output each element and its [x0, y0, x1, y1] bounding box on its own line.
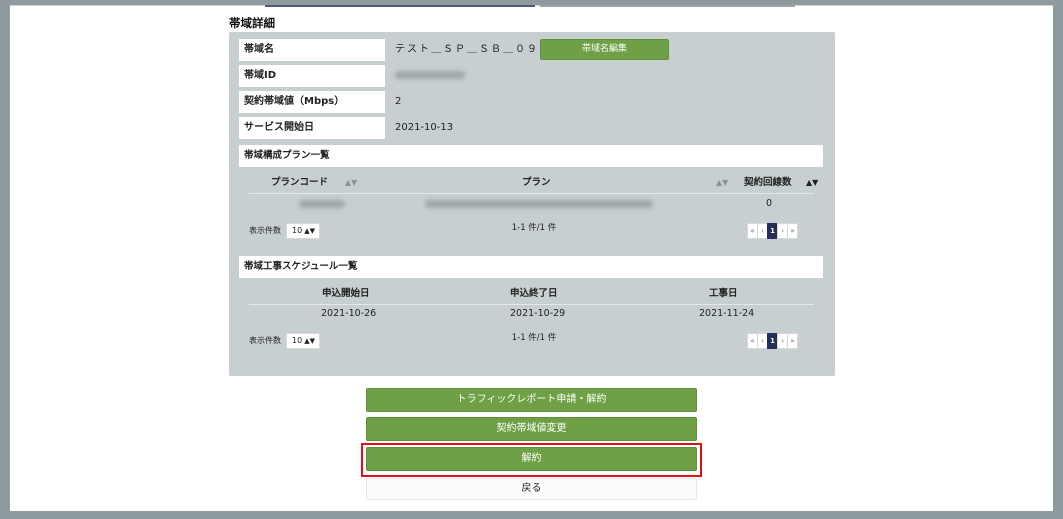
col-apply-end: 申込終了日: [510, 288, 558, 299]
col-line-count[interactable]: 契約回線数: [744, 173, 792, 193]
col-apply-start: 申込開始日: [322, 288, 370, 299]
page-size-select[interactable]: 10 ▲▼: [286, 223, 320, 239]
cancel-contract-button[interactable]: 解約: [366, 447, 697, 471]
redacted-plan-name: [425, 194, 653, 214]
sort-icon[interactable]: ▲▼: [716, 173, 728, 193]
apply-start-value: 2021-10-26: [321, 308, 377, 319]
chevron-updown-icon: ▲▼: [304, 337, 315, 345]
bandwidth-name-label: 帯域名: [239, 39, 385, 61]
redacted-id: [395, 71, 465, 79]
line-count-value: 0: [766, 198, 773, 209]
page-size-label: 表示件数: [249, 226, 281, 235]
pagination: « ‹ 1 › »: [747, 223, 798, 239]
record-count: 1-1 件/1 件: [511, 223, 557, 233]
last-page-button[interactable]: »: [787, 223, 798, 239]
plan-list-header: 帯域構成プラン一覧: [239, 145, 823, 167]
section-title: 帯域詳細: [229, 16, 275, 30]
page-size-label: 表示件数: [249, 336, 281, 345]
bandwidth-id-label: 帯域ID: [239, 65, 385, 87]
bandwidth-id-value: [395, 65, 465, 87]
detail-panel: 帯域名 テスト＿ＳＰ＿ＳＢ＿０９２０ 帯域名編集 帯域ID 契約帯域値（Mbps…: [229, 32, 835, 376]
chevron-updown-icon: ▲▼: [304, 227, 315, 235]
service-start-label: サービス開始日: [239, 117, 385, 139]
schedule-table-header: 申込開始日 申込終了日 工事日: [249, 284, 814, 305]
bandwidth-name-value: テスト＿ＳＰ＿ＳＢ＿０９２０: [395, 44, 563, 55]
apply-end-value: 2021-10-29: [510, 308, 566, 319]
plan-table-header: プランコード ▲▼ プラン ▲▼ 契約回線数 ▲▼: [249, 173, 818, 194]
redacted-plan-code: [299, 194, 345, 214]
last-page-button[interactable]: »: [787, 333, 798, 349]
traffic-report-button[interactable]: トラフィックレポート申請・解約: [366, 388, 697, 412]
page-size-select[interactable]: 10 ▲▼: [286, 333, 320, 349]
col-work-date: 工事日: [709, 288, 738, 299]
top-tab-indicator: [265, 5, 535, 7]
pagination: « ‹ 1 › »: [747, 333, 798, 349]
change-bandwidth-button[interactable]: 契約帯域値変更: [366, 417, 697, 441]
edit-name-button[interactable]: 帯域名編集: [540, 39, 669, 60]
work-date-value: 2021-11-24: [699, 308, 755, 319]
sort-desc-icon[interactable]: ▲▼: [806, 173, 818, 193]
record-count: 1-1 件/1 件: [511, 333, 557, 343]
contract-bandwidth-value: 2: [395, 96, 402, 107]
table-row: 0: [249, 194, 814, 214]
service-start-value: 2021-10-13: [395, 122, 454, 133]
contract-bandwidth-label: 契約帯域値（Mbps）: [239, 91, 385, 113]
col-plan[interactable]: プラン: [522, 173, 551, 193]
table-row: 2021-10-26 2021-10-29 2021-11-24: [249, 304, 814, 324]
col-plan-code[interactable]: プランコード: [271, 173, 328, 193]
viewport: 帯域詳細 帯域名 テスト＿ＳＰ＿ＳＢ＿０９２０ 帯域名編集 帯域ID 契約帯域値…: [10, 5, 1053, 511]
top-tab-indicator-secondary: [540, 5, 795, 7]
back-button[interactable]: 戻る: [366, 478, 697, 500]
schedule-list-header: 帯域工事スケジュール一覧: [239, 256, 823, 278]
sort-icon[interactable]: ▲▼: [345, 173, 357, 193]
